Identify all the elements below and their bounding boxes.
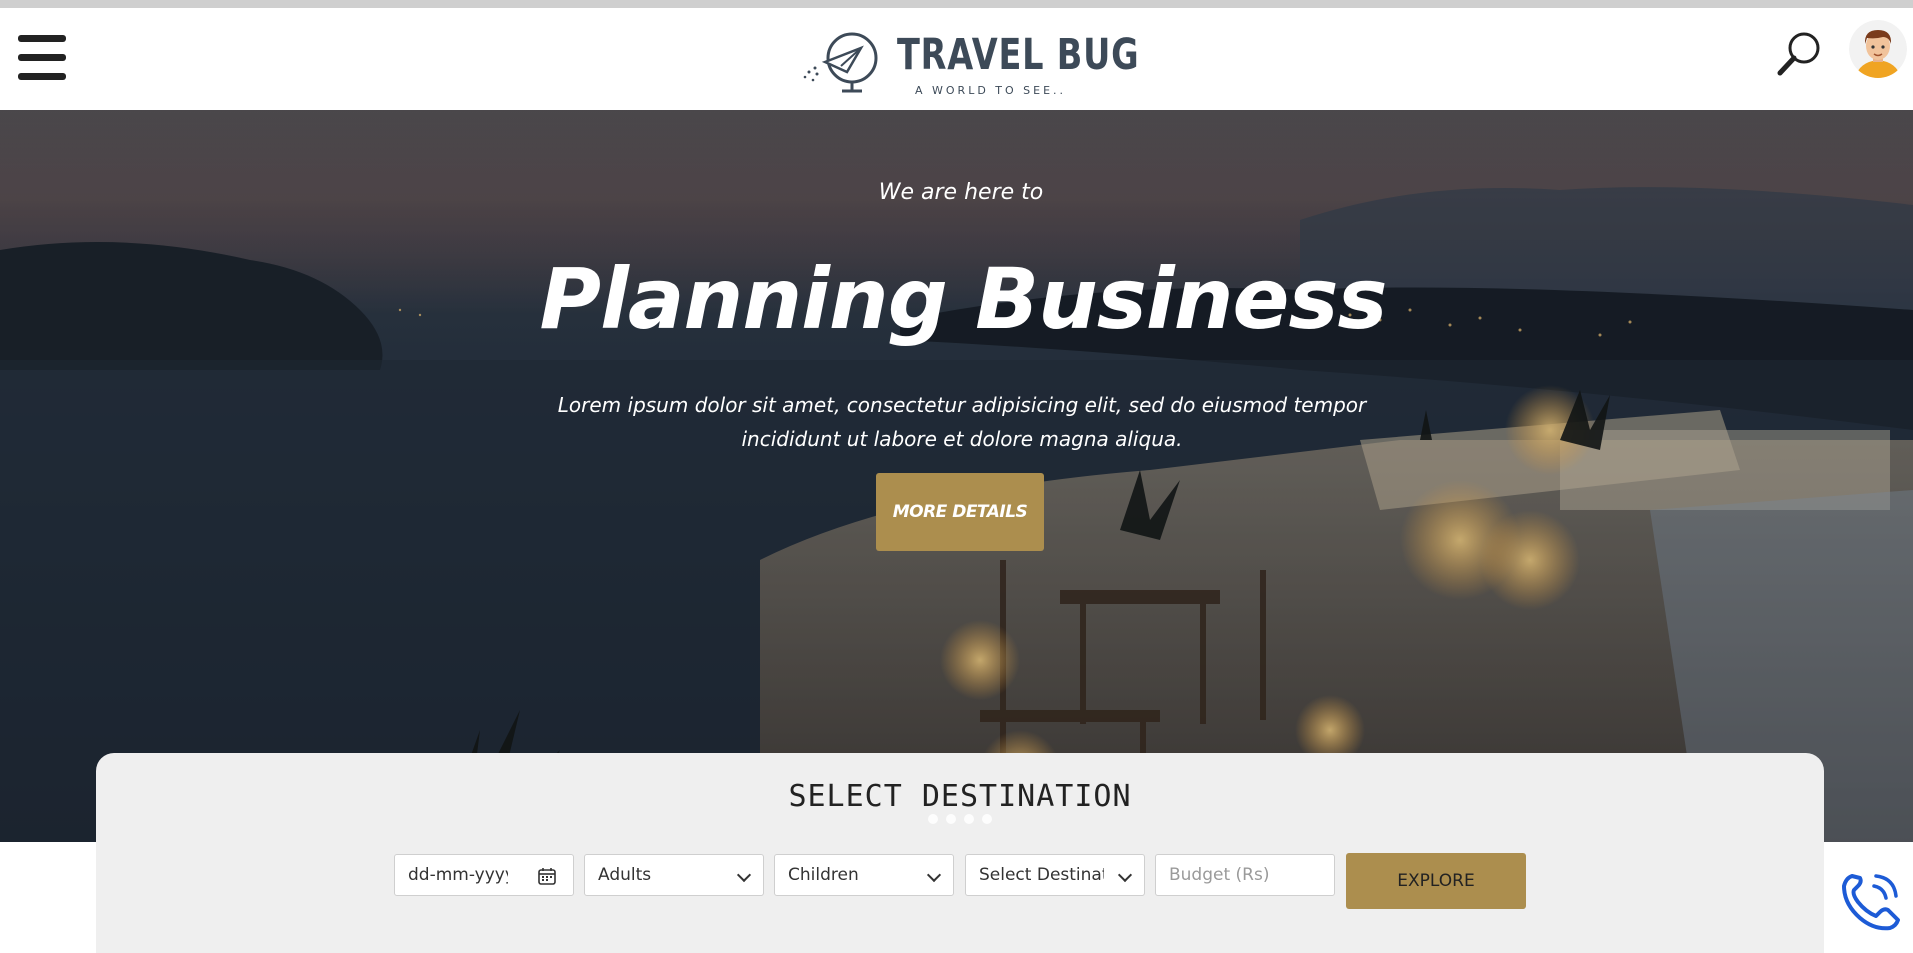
phone-call-icon[interactable] (1838, 868, 1904, 934)
date-input[interactable]: dd-mm-yyyy (394, 854, 574, 896)
carousel-dot[interactable] (964, 814, 974, 824)
children-select-value: Children (788, 865, 859, 885)
site-header: TRAVEL BUG A WORLD TO SEE.. (0, 8, 1913, 110)
destination-panel: SELECT DESTINATION dd-mm-yyyy Adults Chi… (96, 753, 1824, 953)
carousel-dot[interactable] (982, 814, 992, 824)
top-strip (0, 0, 1913, 8)
chevron-down-icon (1117, 867, 1133, 883)
hero-banner: We are here to Planning Business Lorem i… (0, 110, 1913, 842)
budget-input[interactable]: Budget (Rs) (1155, 854, 1335, 896)
hero-title: Planning Business (539, 250, 1388, 348)
carousel-dot[interactable] (946, 814, 956, 824)
adults-select-value: Adults (598, 865, 652, 885)
search-icon[interactable] (1773, 28, 1825, 80)
chevron-down-icon (736, 867, 752, 883)
hamburger-menu-icon[interactable] (18, 35, 66, 81)
site-logo[interactable]: TRAVEL BUG A WORLD TO SEE.. (797, 22, 1139, 100)
user-avatar[interactable] (1849, 20, 1907, 78)
more-details-button[interactable]: MORE DETAILS (876, 473, 1044, 551)
globe-plane-icon (803, 32, 878, 93)
destination-select-value: Select Destination (979, 865, 1104, 885)
destination-title: SELECT DESTINATION (788, 779, 1132, 814)
date-input-text: dd-mm-yyyy (408, 865, 508, 885)
destination-select[interactable]: Select Destination (965, 854, 1145, 896)
avatar-icon (1849, 20, 1907, 78)
children-select[interactable]: Children (774, 854, 954, 896)
hero-description: Lorem ipsum dolor sit amet, consectetur … (557, 393, 1367, 451)
chevron-down-icon (926, 867, 942, 883)
calendar-icon[interactable] (537, 866, 557, 886)
hero-eyebrow: We are here to (878, 180, 1044, 205)
carousel-dot[interactable] (928, 814, 938, 824)
adults-select[interactable]: Adults (584, 854, 764, 896)
logo-tagline: A WORLD TO SEE.. (915, 84, 1067, 97)
logo-title: TRAVEL BUG (897, 30, 1140, 80)
explore-button[interactable]: EXPLORE (1346, 853, 1526, 909)
budget-input-placeholder: Budget (Rs) (1169, 865, 1270, 885)
